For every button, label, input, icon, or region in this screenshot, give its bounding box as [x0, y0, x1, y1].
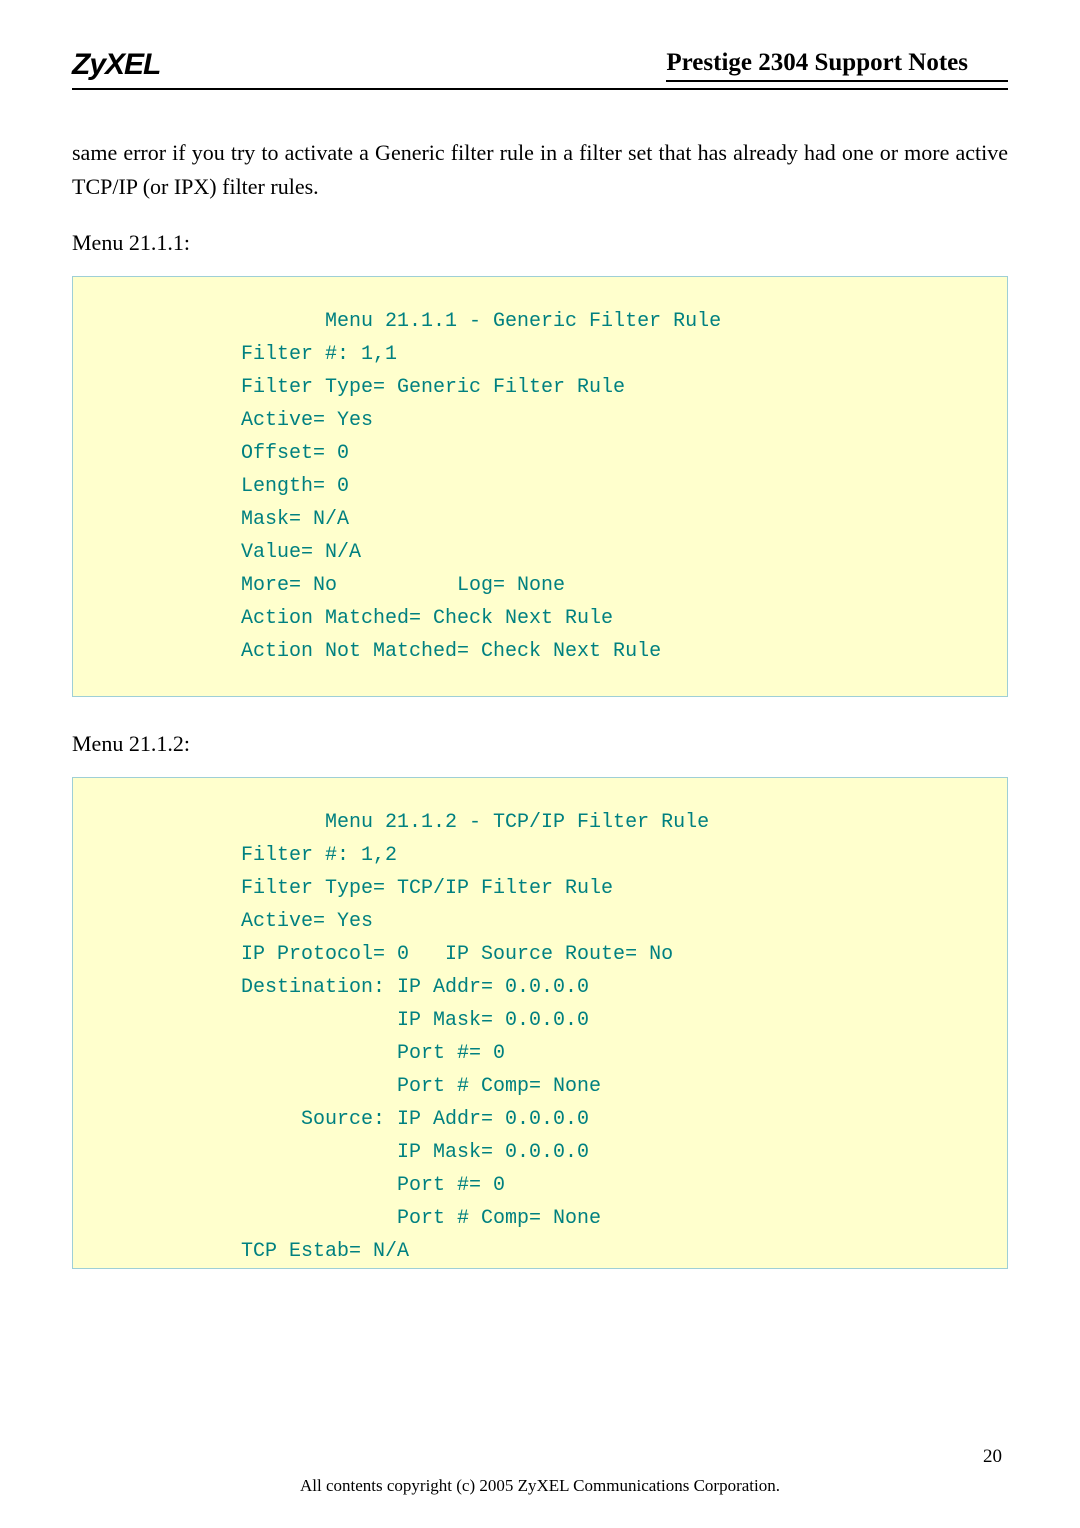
code-line: Menu 21.1.2 - TCP/IP Filter Rule [241, 806, 989, 839]
code-line: Destination: IP Addr= 0.0.0.0 [241, 971, 989, 1004]
menu-2112-label: Menu 21.1.2: [72, 731, 1008, 757]
code-line: Filter Type= TCP/IP Filter Rule [241, 872, 989, 905]
code-line: Action Not Matched= Check Next Rule [241, 635, 989, 668]
code-line: IP Protocol= 0 IP Source Route= No [241, 938, 989, 971]
code-line: Offset= 0 [241, 437, 989, 470]
code-line: TCP Estab= N/A [241, 1235, 989, 1268]
code-line: Action Matched= Check Next Rule [241, 602, 989, 635]
code-line: Value= N/A [241, 536, 989, 569]
code-2112-wrap: Menu 21.1.2 - TCP/IP Filter RuleFilter #… [91, 806, 989, 1268]
code-line: Filter #: 1,1 [241, 338, 989, 371]
code-line: Length= 0 [241, 470, 989, 503]
code-line: Active= Yes [241, 905, 989, 938]
footer-copyright: All contents copyright (c) 2005 ZyXEL Co… [0, 1476, 1080, 1496]
code-2111-wrap: Menu 21.1.1 - Generic Filter RuleFilter … [91, 305, 989, 668]
code-line: Menu 21.1.1 - Generic Filter Rule [241, 305, 989, 338]
intro-paragraph: same error if you try to activate a Gene… [72, 136, 1008, 204]
header-divider [72, 88, 1008, 90]
code-block-2112: Menu 21.1.2 - TCP/IP Filter RuleFilter #… [72, 777, 1008, 1269]
code-line: IP Mask= 0.0.0.0 [241, 1004, 989, 1037]
code-line: Filter Type= Generic Filter Rule [241, 371, 989, 404]
brand-logo-text: ZyXEL [72, 48, 160, 82]
code-line: Port # Comp= None [241, 1070, 989, 1103]
code-line: Filter #: 1,2 [241, 839, 989, 872]
code-line: Port #= 0 [241, 1037, 989, 1070]
page-header: ZyXEL Prestige 2304 Support Notes [72, 48, 1008, 88]
code-line: IP Mask= 0.0.0.0 [241, 1136, 989, 1169]
code-line: Mask= N/A [241, 503, 989, 536]
code-line: Source: IP Addr= 0.0.0.0 [241, 1103, 989, 1136]
page-number: 20 [983, 1446, 1002, 1468]
code-block-2111: Menu 21.1.1 - Generic Filter RuleFilter … [72, 276, 1008, 697]
page-title: Prestige 2304 Support Notes [666, 49, 1008, 82]
code-line: Port # Comp= None [241, 1202, 989, 1235]
code-line: Port #= 0 [241, 1169, 989, 1202]
menu-2111-label: Menu 21.1.1: [72, 230, 1008, 256]
code-line: More= No Log= None [241, 569, 989, 602]
code-line: Active= Yes [241, 404, 989, 437]
